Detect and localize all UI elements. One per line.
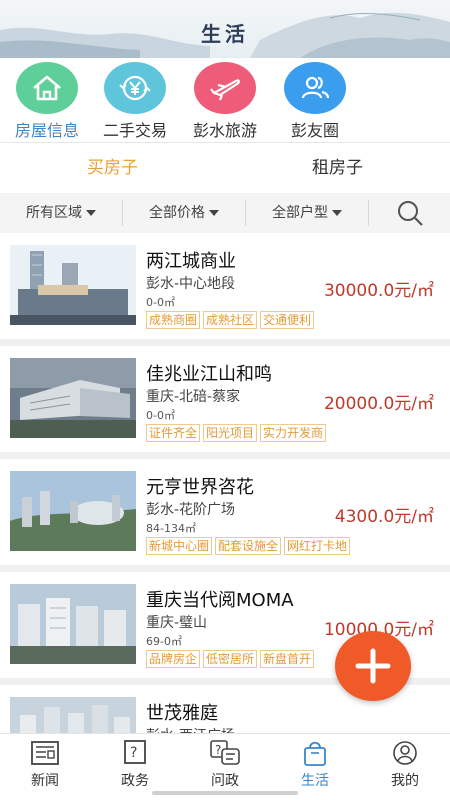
listing-area: 0-0㎡ (146, 409, 175, 422)
listing-tag: 实力开发商 (260, 424, 327, 442)
nav-profile[interactable]: 我的 (360, 734, 450, 800)
nav-news[interactable]: 新闻 (0, 734, 90, 800)
search-button[interactable] (369, 199, 450, 227)
listing-tag: 阳光项目 (203, 424, 258, 442)
header-banner: 生活 (0, 0, 450, 58)
category-label: 彭友圈 (290, 121, 339, 140)
plus-icon (355, 648, 391, 684)
listing-tag: 证件齐全 (146, 424, 201, 442)
category-secondhand[interactable]: 二手交易 (88, 60, 182, 141)
filter-bar: 所有区域 全部价格 全部户型 (0, 193, 450, 233)
listing-location: 彭水-花阶广场 (146, 502, 236, 518)
listing-tags: 证件齐全 阳光项目 实力开发商 (146, 424, 327, 442)
listing-separator (0, 452, 450, 459)
listing-name: 元亨世界咨花 (146, 477, 254, 498)
tab-buy-house[interactable]: 买房子 (0, 145, 225, 191)
listing-area: 0-0㎡ (146, 296, 175, 309)
listing-tag: 新盘首开 (260, 650, 315, 668)
listing-location: 彭水-中心地段 (146, 276, 236, 292)
listing-name: 佳兆业江山和鸣 (146, 364, 272, 385)
home-indicator (152, 791, 298, 795)
caret-down-icon (332, 210, 342, 216)
government-icon: ? (124, 740, 146, 764)
listing-tag: 新城中心圈 (146, 537, 213, 555)
layout-filter-dropdown[interactable]: 全部户型 (246, 200, 369, 226)
listing-item[interactable]: 两江城商业 彭水-中心地段 0-0㎡ 30000.0元/㎡ 成熟商圈 成熟社区 … (0, 233, 450, 339)
profile-icon (393, 741, 417, 765)
friends-icon (284, 62, 346, 114)
price-filter-label: 全部价格 (149, 205, 205, 221)
listing-tag: 交通便利 (260, 311, 315, 329)
listing-photo (10, 584, 136, 664)
listing-tag: 成熟社区 (203, 311, 258, 329)
category-bar: 房屋信息 二手交易 彭水旅游 彭友圈 (0, 60, 450, 142)
category-housing-info[interactable]: 房屋信息 (0, 60, 94, 141)
airplane-icon (194, 62, 256, 114)
listing-tag: 配套设施全 (215, 537, 282, 555)
listing-photo (10, 697, 136, 733)
shopping-bag-icon (304, 741, 326, 766)
listing-price: 20000.0元/㎡ (323, 394, 434, 414)
category-friends-circle[interactable]: 彭友圈 (268, 60, 362, 141)
nav-label: 我的 (391, 773, 419, 789)
listing-price: 30000.0元/㎡ (323, 281, 434, 301)
listing-area: 69-0㎡ (146, 635, 182, 648)
listing-location: 重庆-北碚-蔡家 (146, 389, 241, 405)
news-icon (31, 741, 59, 765)
listing-photo (10, 245, 136, 325)
listing-price: 4300.0元/㎡ (334, 507, 434, 527)
price-filter-dropdown[interactable]: 全部价格 (123, 200, 246, 226)
listing-tags: 品牌房企 低密居所 新盘首开 (146, 650, 315, 668)
nav-label: 新闻 (31, 773, 59, 789)
listing-separator (0, 339, 450, 346)
caret-down-icon (86, 210, 96, 216)
listing-photo (10, 471, 136, 551)
nav-label: 政务 (121, 773, 149, 789)
listing-item[interactable]: 佳兆业江山和鸣 重庆-北碚-蔡家 0-0㎡ 20000.0元/㎡ 证件齐全 阳光… (0, 346, 450, 452)
inquiry-icon: ? (210, 740, 240, 765)
divider (0, 142, 450, 143)
listing-area: 84-134㎡ (146, 522, 196, 535)
region-filter-dropdown[interactable]: 所有区域 (0, 200, 123, 226)
nav-label: 生活 (301, 773, 329, 789)
category-label: 房屋信息 (14, 121, 79, 140)
listing-tags: 新城中心圈 配套设施全 网红打卡地 (146, 537, 351, 555)
house-icon (16, 62, 78, 114)
listing-tags: 成熟商圈 成熟社区 交通便利 (146, 311, 315, 329)
bottom-navigation: 新闻 ? 政务 ? 问政 生活 我的 (0, 733, 450, 800)
listing-tag: 成熟商圈 (146, 311, 201, 329)
listing-item[interactable]: 元亨世界咨花 彭水-花阶广场 84-134㎡ 4300.0元/㎡ 新城中心圈 配… (0, 459, 450, 565)
buy-rent-tabs: 买房子 租房子 (0, 145, 450, 191)
listing-location: 重庆-璧山 (146, 615, 208, 631)
listing-tag: 低密居所 (203, 650, 258, 668)
add-listing-button[interactable] (335, 631, 411, 701)
nav-label: 问政 (211, 773, 239, 789)
listing-photo (10, 358, 136, 438)
page-title: 生活 (201, 22, 249, 46)
category-label: 彭水旅游 (192, 121, 257, 140)
search-icon (397, 201, 423, 226)
listing-location: 彭水-西江广场 (146, 725, 235, 733)
listing-name: 两江城商业 (146, 251, 236, 272)
listing-separator (0, 565, 450, 572)
category-tourism[interactable]: 彭水旅游 (178, 60, 272, 141)
region-filter-label: 所有区域 (26, 205, 82, 221)
listing-name: 重庆当代阅MOMA (146, 590, 294, 611)
yen-exchange-icon (104, 62, 166, 114)
caret-down-icon (209, 210, 219, 216)
svg-text:?: ? (215, 743, 221, 757)
listing-name: 世茂雅庭 (146, 703, 218, 724)
tab-rent-house[interactable]: 租房子 (225, 145, 450, 191)
category-label: 二手交易 (102, 121, 167, 140)
layout-filter-label: 全部户型 (272, 205, 328, 221)
listing-tag: 网红打卡地 (284, 537, 351, 555)
listing-tag: 品牌房企 (146, 650, 201, 668)
svg-text:?: ? (130, 745, 137, 761)
